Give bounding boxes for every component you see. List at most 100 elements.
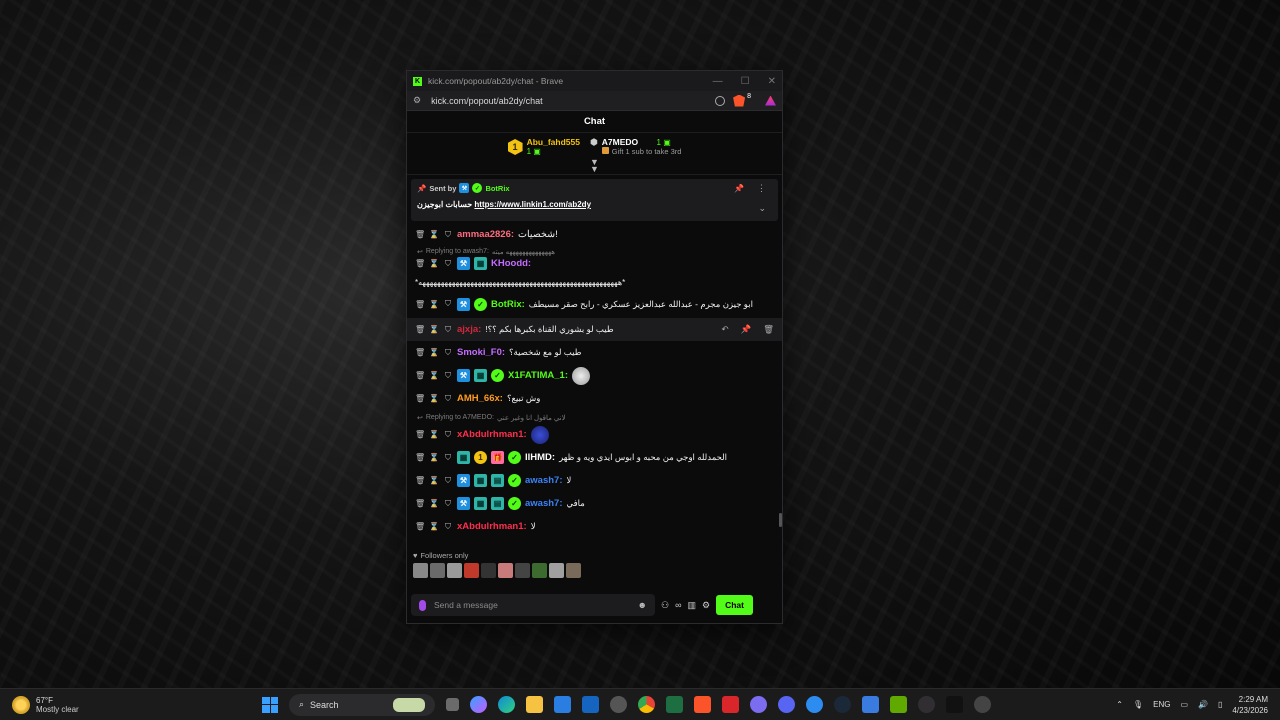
username[interactable]: AMH_66x: <box>457 393 503 404</box>
timeout-icon[interactable]: ⌛ <box>429 371 439 380</box>
chat-message[interactable]: 🗑 ⌛ ⛉ xAbdulrhman1: <box>415 423 774 446</box>
microphone-icon[interactable] <box>419 599 426 611</box>
acrobat-icon[interactable] <box>722 696 739 713</box>
reply-icon[interactable]: ↶ <box>721 324 728 335</box>
username[interactable]: awash7: <box>525 475 563 486</box>
bluetooth-app-icon[interactable] <box>806 696 823 713</box>
app-icon[interactable] <box>974 696 991 713</box>
avatar[interactable] <box>430 563 445 578</box>
chat-message[interactable]: 🗑 ⌛ ⛉ ⚒ ▦ ✓ X1FATIMA_1: <box>415 364 774 387</box>
app-icon[interactable] <box>862 696 879 713</box>
delete-icon[interactable]: 🗑 <box>415 300 425 309</box>
chat-message[interactable]: 🗑 ⌛ ⛉ ⚒ ▦ ▤ ✓ awash7: مافي <box>415 492 774 515</box>
browser-window[interactable]: K kick.com/popout/ab2dy/chat - Brave — ☐… <box>406 70 783 624</box>
chat-message[interactable]: 🗑 ⌛ ⛉ ▦ 1 🎁 ✓ llHMD: الحمدلله اوجي من مح… <box>415 446 774 469</box>
leaderboard-entry-2[interactable]: ⬢ A7MEDO 1 ▣ Gift 1 sub to take 3rd <box>590 137 681 174</box>
store-icon[interactable]: ▥ <box>688 600 697 611</box>
address-bar[interactable]: ⚙ kick.com/popout/ab2dy/chat 8 <box>407 91 782 111</box>
timeout-icon[interactable]: ⌛ <box>429 499 439 508</box>
settings-icon[interactable]: ⚙ <box>702 600 710 611</box>
pinned-author[interactable]: BotRix <box>485 184 509 193</box>
ban-icon[interactable]: ⛉ <box>443 522 453 532</box>
minimize-button[interactable]: — <box>713 76 723 87</box>
chat-message[interactable]: 🗑 ⌛ ⛉ xAbdulrhman1: لا <box>415 515 774 538</box>
nvidia-icon[interactable] <box>890 696 907 713</box>
site-settings-icon[interactable]: ⚙ <box>413 95 421 106</box>
battery-icon[interactable]: ▯ <box>1218 700 1222 709</box>
chat-message[interactable]: 🗑 ⌛ ⛉ Smoki_F0: طيب لو مع شخصية؟ <box>415 341 774 364</box>
settings-app-icon[interactable] <box>610 696 627 713</box>
windows-start-icon[interactable] <box>262 696 278 713</box>
pin-icon[interactable]: 📌 <box>741 324 752 335</box>
timeout-icon[interactable]: ⌛ <box>429 476 439 485</box>
weather-widget[interactable]: 67°F Mostly clear <box>0 695 250 714</box>
timeout-icon[interactable]: ⌛ <box>429 394 439 403</box>
timeout-icon[interactable]: ⌛ <box>429 259 439 268</box>
delete-icon[interactable]: 🗑 <box>415 394 425 403</box>
avatar[interactable] <box>498 563 513 578</box>
username[interactable]: Smoki_F0: <box>457 347 505 358</box>
taskbar-search[interactable]: ⌕ Search <box>289 693 435 716</box>
collapse-pinned-icon[interactable]: ⌄ <box>758 203 766 214</box>
ban-icon[interactable]: ⛉ <box>443 259 453 269</box>
avatar[interactable] <box>447 563 462 578</box>
pinned-link[interactable]: https://www.linkin1.com/ab2dy <box>474 200 591 209</box>
reply-context[interactable]: ↩ Replying to awash7: ههههههههههههههه مي… <box>415 246 774 257</box>
timeout-icon[interactable]: ⌛ <box>429 430 439 439</box>
avatar[interactable] <box>532 563 547 578</box>
ban-icon[interactable]: ⛉ <box>443 476 453 486</box>
ban-icon[interactable]: ⛉ <box>443 371 453 381</box>
task-view-icon[interactable] <box>446 698 459 711</box>
delete-icon[interactable]: 🗑 <box>415 522 425 531</box>
username[interactable]: KHoodd: <box>491 258 531 269</box>
avatar[interactable] <box>481 563 496 578</box>
ban-icon[interactable]: ⛉ <box>443 325 453 335</box>
chat-message[interactable]: 🗑 ⌛ ⛉ ajxja: !طيب لو بشوري القناة بكبرها… <box>407 318 782 341</box>
emoji-icon[interactable]: ☻ <box>638 600 647 610</box>
discord-icon[interactable] <box>778 696 795 713</box>
infinity-icon[interactable]: ∞ <box>675 600 681 610</box>
unpin-icon[interactable]: 📌 <box>734 184 744 193</box>
chat-messages[interactable]: 🗑 ⌛ ⛉ ammaa2826: شخصيات! ↩ Replying to a… <box>407 223 782 549</box>
chat-message[interactable]: 🗑 ⌛ ⛉ ⚒ ▦ ▤ ✓ awash7: لا <box>415 469 774 492</box>
outlook-icon[interactable] <box>582 696 599 713</box>
language-indicator[interactable]: ENG <box>1153 700 1170 709</box>
chat-message[interactable]: 🗑 ⌛ ⛉ ⚒ ✓ BotRix: ابو جيزن مجرم - عبدالل… <box>415 291 774 314</box>
avatar[interactable] <box>464 563 479 578</box>
title-bar[interactable]: K kick.com/popout/ab2dy/chat - Brave — ☐… <box>407 71 782 91</box>
chat-scrollbar[interactable] <box>779 513 782 527</box>
brave-rewards-icon[interactable] <box>765 95 776 106</box>
username[interactable]: ajxja: <box>457 324 481 335</box>
username[interactable]: ammaa2826: <box>457 229 514 240</box>
chrome-icon[interactable] <box>638 696 655 713</box>
more-options-icon[interactable]: ⋮ <box>757 183 766 194</box>
leaderboard-entry-1[interactable]: 1 Abu_fahd555 1 ▣ <box>507 137 580 174</box>
excel-icon[interactable] <box>666 696 683 713</box>
delete-icon[interactable]: 🗑 <box>415 453 425 462</box>
ban-icon[interactable]: ⛉ <box>443 394 453 404</box>
timeout-icon[interactable]: ⌛ <box>429 522 439 531</box>
clock[interactable]: 2:29 AM 4/23/2026 <box>1232 694 1268 716</box>
close-button[interactable]: ✕ <box>768 76 776 87</box>
delete-icon[interactable]: 🗑 <box>415 325 425 334</box>
username[interactable]: awash7: <box>525 498 563 509</box>
timeout-icon[interactable]: ⌛ <box>429 348 439 357</box>
ban-icon[interactable]: ⛉ <box>443 348 453 358</box>
url-text[interactable]: kick.com/popout/ab2dy/chat <box>431 96 715 106</box>
volume-icon[interactable]: 🔊 <box>1198 700 1208 709</box>
brave-icon[interactable] <box>694 696 711 713</box>
store-app-icon[interactable] <box>554 696 571 713</box>
avatar[interactable] <box>566 563 581 578</box>
microphone-tray-icon[interactable]: 🎙 <box>1133 700 1143 709</box>
pinned-message[interactable]: 📌 Sent by ⚒ ✓ BotRix حسابات ابوجيزن http… <box>411 179 778 221</box>
avatar[interactable] <box>515 563 530 578</box>
avatar[interactable] <box>413 563 428 578</box>
delete-icon[interactable]: 🗑 <box>415 230 425 239</box>
timeout-icon[interactable]: ⌛ <box>429 453 439 462</box>
username[interactable]: xAbdulrhman1: <box>457 429 527 440</box>
ban-icon[interactable]: ⛉ <box>443 453 453 463</box>
ban-icon[interactable]: ⛉ <box>443 430 453 440</box>
timeout-icon[interactable]: ⌛ <box>429 325 439 334</box>
delete-icon[interactable]: 🗑 <box>415 430 425 439</box>
brave-shields-icon[interactable] <box>733 94 746 107</box>
